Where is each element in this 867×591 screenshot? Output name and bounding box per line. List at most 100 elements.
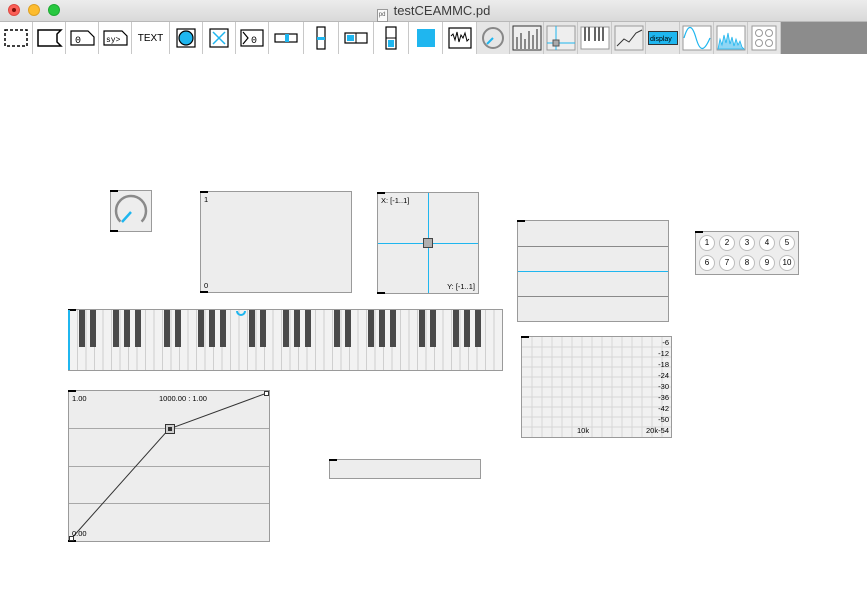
- display-object[interactable]: [329, 459, 481, 479]
- vradio-tool-button[interactable]: [374, 22, 409, 54]
- slider2d-x-range-label: X: [-1..1]: [381, 196, 410, 205]
- breakpoints-object[interactable]: 1.00 1000.00 : 1.00 0.00: [68, 390, 270, 542]
- spectroscope-db-label: -42: [658, 404, 669, 413]
- spectroscope-db-label: -30: [658, 382, 669, 391]
- toolbar-empty-area: [781, 22, 867, 54]
- symbol-box-icon: sy>: [103, 30, 128, 46]
- slider2d-handle[interactable]: [423, 238, 433, 248]
- grid-button-9[interactable]: 9: [759, 255, 775, 271]
- keyboard-tool-button[interactable]: [578, 22, 612, 54]
- breakpoints-min-label: 0.00: [72, 529, 87, 538]
- multislider-inlet[interactable]: [200, 191, 208, 193]
- spectroscope-db-label: -12: [658, 349, 669, 358]
- knob-object[interactable]: [110, 190, 152, 232]
- breakpoint-end-handle[interactable]: [264, 391, 269, 396]
- grid-button-2[interactable]: 2: [719, 235, 735, 251]
- vradio-icon: [385, 26, 397, 50]
- vslider-tool-button[interactable]: [304, 22, 339, 54]
- spectroscope-icon: [716, 25, 745, 51]
- comment-tool-button[interactable]: TEXT: [132, 22, 170, 54]
- knob-tool-button[interactable]: [477, 22, 510, 54]
- piano-keys[interactable]: [69, 310, 502, 370]
- matrix-icon: [751, 25, 777, 51]
- spectroscope-grid: [522, 337, 671, 437]
- scope-icon: [682, 25, 711, 51]
- sliders-tool-button[interactable]: [510, 22, 544, 54]
- hradio-tool-button[interactable]: [339, 22, 374, 54]
- message-box-icon: [37, 29, 63, 47]
- hradio-icon: [344, 32, 368, 44]
- hslider-icon: [274, 33, 298, 43]
- patch-canvas[interactable]: 1 0 X: [-1..1] Y: [-1..1] 1 2 3 4 5 6 7 …: [0, 54, 867, 591]
- bang-icon: [176, 28, 196, 48]
- piano-keyboard-object[interactable]: [68, 309, 503, 371]
- knob-icon: [482, 27, 504, 49]
- grid-button-5[interactable]: 5: [779, 235, 795, 251]
- message-tool-button[interactable]: [33, 22, 66, 54]
- grid-button-10[interactable]: 10: [779, 255, 795, 271]
- toggle-icon: [209, 28, 229, 48]
- spectroscope-db-label: -6: [662, 338, 669, 347]
- scope-inlet[interactable]: [517, 220, 525, 222]
- number2-icon: 0: [240, 29, 264, 47]
- document-icon: pd: [376, 9, 388, 22]
- breakpoint-icon: [614, 25, 643, 51]
- spectroscope-db-label: -54: [658, 426, 669, 435]
- breakpoints-readout: 1000.00 : 1.00: [159, 394, 207, 403]
- canvas-icon: [416, 29, 435, 47]
- canvas-tool-button[interactable]: [409, 22, 443, 54]
- object-tool-button[interactable]: [0, 22, 33, 54]
- object-box-icon: [4, 29, 28, 47]
- number-tool-button[interactable]: 0: [66, 22, 99, 54]
- grid-button-6[interactable]: 6: [699, 255, 715, 271]
- grid-button-8[interactable]: 8: [739, 255, 755, 271]
- grid-button-3[interactable]: 3: [739, 235, 755, 251]
- breakpoint-handle[interactable]: [165, 424, 175, 434]
- multislider-max-label: 1: [204, 195, 209, 204]
- multislider-object[interactable]: 1 0: [200, 191, 352, 293]
- slider2d-tool-button[interactable]: [544, 22, 578, 54]
- grid-button-1[interactable]: 1: [699, 235, 715, 251]
- slider2d-y-range-label: Y: [-1..1]: [447, 282, 475, 291]
- spectroscope-object[interactable]: -6 -12 -18 -24 -30 -36 -42 -50 -54 10k 2…: [521, 336, 672, 438]
- bang-tool-button[interactable]: [170, 22, 203, 54]
- number2-tool-label: 0: [251, 36, 257, 47]
- breakpoints-max-label: 1.00: [72, 394, 87, 403]
- sliders-icon: [512, 25, 541, 51]
- toggle-tool-button[interactable]: [203, 22, 236, 54]
- slider2d-inlet[interactable]: [377, 192, 385, 194]
- window-title-area: pd testCEAMMC.pd: [0, 3, 867, 22]
- grid-button-4[interactable]: 4: [759, 235, 775, 251]
- spectroscope-tool-button[interactable]: [714, 22, 748, 54]
- spectroscope-freq-label: 20k: [646, 426, 659, 435]
- multislider-outlet[interactable]: [200, 291, 208, 293]
- symbol-tool-label: sy>: [106, 36, 121, 45]
- matrix-tool-button[interactable]: [748, 22, 781, 54]
- vslider-icon: [316, 26, 326, 50]
- comment-tool-label: TEXT: [137, 32, 164, 44]
- slider2d-outlet[interactable]: [377, 292, 385, 294]
- breakpoint-tool-button[interactable]: [612, 22, 646, 54]
- button-grid-inlet[interactable]: [695, 231, 703, 233]
- button-grid-object[interactable]: 1 2 3 4 5 6 7 8 9 10: [695, 231, 799, 275]
- display-inlet[interactable]: [329, 459, 337, 461]
- scope-object[interactable]: [517, 220, 669, 322]
- display-tool-button[interactable]: display: [646, 22, 680, 54]
- spectroscope-freq-label: 10k: [577, 426, 590, 435]
- symbol-tool-button[interactable]: sy>: [99, 22, 132, 54]
- array-tool-button[interactable]: [443, 22, 477, 54]
- hslider-tool-button[interactable]: [269, 22, 304, 54]
- number2-tool-button[interactable]: 0: [236, 22, 269, 54]
- slider2d-icon: [546, 25, 575, 51]
- number-tool-label: 0: [75, 36, 81, 47]
- window-titlebar: pd testCEAMMC.pd: [0, 0, 867, 22]
- multislider-min-label: 0: [204, 281, 209, 290]
- toolbar: 0 sy> TEXT 0 display: [0, 22, 867, 54]
- grid-button-7[interactable]: 7: [719, 255, 735, 271]
- keyboard-icon: [580, 26, 609, 50]
- spectroscope-db-label: -18: [658, 360, 669, 369]
- scope-gridline: [518, 246, 668, 247]
- scope-tool-button[interactable]: [680, 22, 714, 54]
- slider2d-object[interactable]: X: [-1..1] Y: [-1..1]: [377, 192, 479, 294]
- knob-dial-icon: [114, 194, 148, 223]
